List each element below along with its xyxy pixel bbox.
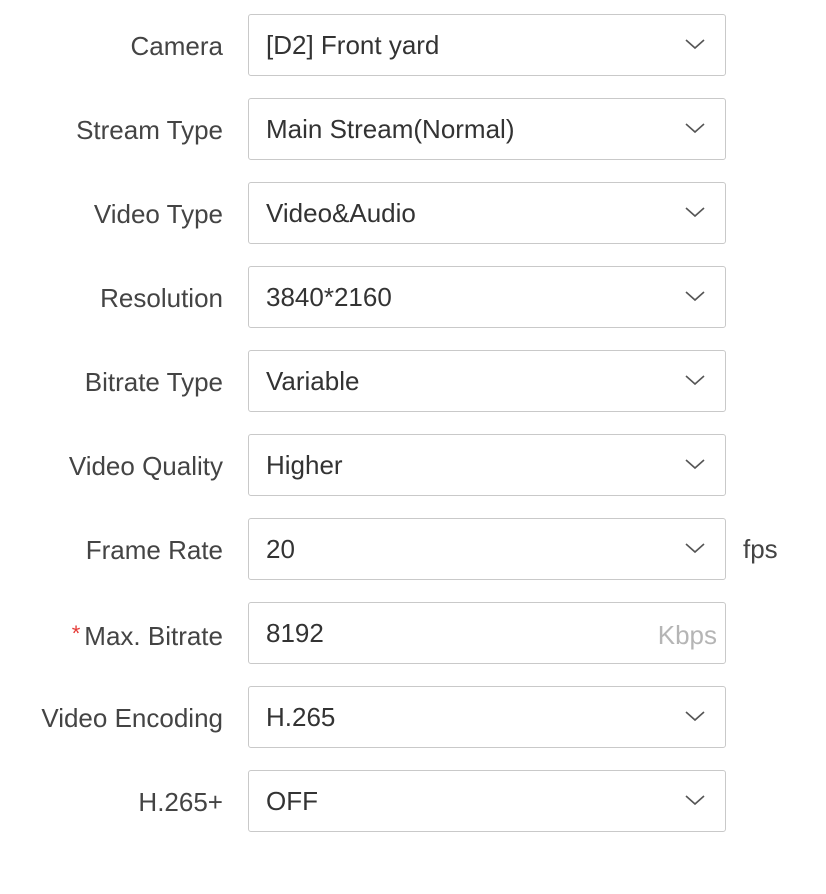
video-encoding-label: Video Encoding	[41, 703, 223, 733]
max-bitrate-value: 8192	[266, 618, 324, 648]
bitrate-type-select[interactable]: Variable	[248, 350, 726, 412]
video-type-select[interactable]: Video&Audio	[248, 182, 726, 244]
h265-plus-label: H.265+	[138, 787, 223, 817]
bitrate-type-label: Bitrate Type	[84, 367, 223, 397]
video-quality-row: Video Quality Higher	[0, 434, 826, 498]
resolution-row: Resolution 3840*2160	[0, 266, 826, 330]
max-bitrate-label-text: Max. Bitrate	[84, 621, 223, 651]
max-bitrate-input[interactable]: 8192 Kbps	[248, 602, 726, 664]
resolution-select[interactable]: 3840*2160	[248, 266, 726, 328]
video-quality-label: Video Quality	[68, 451, 223, 481]
video-type-value: Video&Audio	[266, 198, 416, 228]
camera-select[interactable]: [D2] Front yard	[248, 14, 726, 76]
camera-label: Camera	[130, 31, 223, 61]
chevron-down-icon	[685, 459, 705, 470]
video-quality-value: Higher	[266, 450, 343, 480]
stream-type-label: Stream Type	[76, 115, 223, 145]
chevron-down-icon	[685, 795, 705, 806]
frame-rate-select[interactable]: 20	[248, 518, 726, 580]
frame-rate-unit: fps	[743, 534, 778, 564]
max-bitrate-label: * Max. Bitrate	[72, 602, 223, 666]
chevron-down-icon	[685, 39, 705, 50]
chevron-down-icon	[685, 207, 705, 218]
video-type-label: Video Type	[93, 199, 223, 229]
video-encoding-value: H.265	[266, 702, 336, 732]
stream-type-row: Stream Type Main Stream(Normal)	[0, 98, 826, 162]
camera-value: [D2] Front yard	[266, 30, 440, 60]
chevron-down-icon	[685, 711, 705, 722]
bitrate-type-row: Bitrate Type Variable	[0, 350, 826, 414]
stream-type-select[interactable]: Main Stream(Normal)	[248, 98, 726, 160]
bitrate-type-value: Variable	[266, 366, 360, 396]
frame-rate-value: 20	[266, 534, 295, 564]
video-encoding-select[interactable]: H.265	[248, 686, 726, 748]
max-bitrate-unit: Kbps	[657, 620, 717, 650]
resolution-label: Resolution	[100, 283, 223, 313]
chevron-down-icon	[685, 543, 705, 554]
chevron-down-icon	[685, 375, 705, 386]
video-encoding-row: Video Encoding H.265	[0, 686, 826, 750]
video-quality-select[interactable]: Higher	[248, 434, 726, 496]
stream-type-value: Main Stream(Normal)	[266, 114, 515, 144]
h265-plus-select[interactable]: OFF	[248, 770, 726, 832]
frame-rate-row: Frame Rate 20 fps	[0, 518, 826, 582]
h265-plus-value: OFF	[266, 786, 318, 816]
max-bitrate-row: * Max. Bitrate 8192 Kbps	[0, 602, 826, 666]
chevron-down-icon	[685, 291, 705, 302]
frame-rate-label: Frame Rate	[85, 535, 223, 565]
required-marker: *	[71, 621, 81, 646]
resolution-value: 3840*2160	[266, 282, 392, 312]
video-type-row: Video Type Video&Audio	[0, 182, 826, 246]
h265-plus-row: H.265+ OFF	[0, 770, 826, 834]
camera-row: Camera [D2] Front yard	[0, 14, 826, 78]
chevron-down-icon	[685, 123, 705, 134]
